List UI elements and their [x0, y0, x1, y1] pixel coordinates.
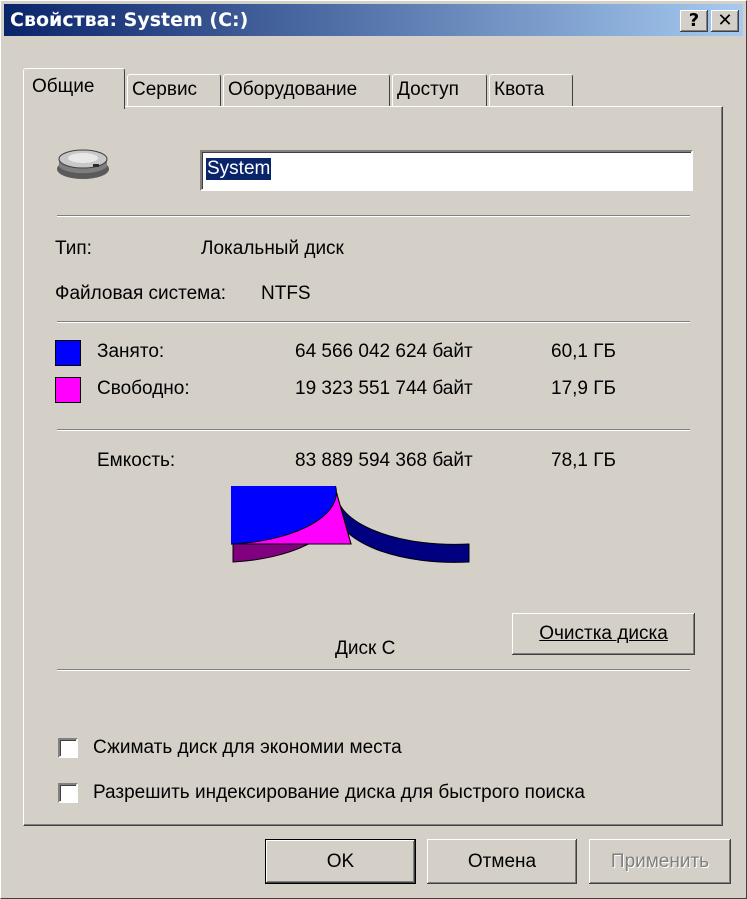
used-label: Занято: — [97, 341, 165, 362]
free-color-swatch — [55, 377, 81, 403]
capacity-bytes: 83 889 594 368 байт — [295, 450, 473, 471]
type-label: Тип: — [55, 238, 92, 259]
filesystem-label: Файловая система: — [55, 283, 227, 304]
tab-hardware[interactable]: Оборудование — [223, 74, 390, 106]
index-label[interactable]: Разрешить индексирование диска для быстр… — [93, 782, 585, 804]
volume-name-input[interactable]: System — [200, 150, 693, 191]
filesystem-value: NTFS — [261, 283, 311, 304]
disk-cleanup-button[interactable]: Очистка диска — [512, 613, 695, 655]
separator — [57, 321, 690, 323]
disk-label: Диск C — [335, 638, 396, 659]
tab-sharing[interactable]: Доступ — [392, 74, 487, 106]
disk-usage-pie-chart — [231, 486, 470, 563]
free-size: 17,9 ГБ — [551, 378, 617, 399]
compress-checkbox[interactable] — [58, 738, 78, 758]
properties-dialog: Свойства: System (C:) ? ✕ Общие Сервис О… — [0, 0, 747, 899]
close-button[interactable]: ✕ — [711, 10, 739, 32]
separator — [57, 429, 690, 431]
title-bar[interactable]: Свойства: System (C:) ? ✕ — [4, 4, 743, 36]
separator — [57, 215, 690, 217]
index-checkbox[interactable] — [58, 783, 78, 803]
type-value: Локальный диск — [201, 238, 344, 259]
tab-quota[interactable]: Квота — [489, 74, 573, 106]
tab-tools[interactable]: Сервис — [127, 74, 221, 106]
used-slice-side — [335, 492, 470, 563]
disk-cleanup-label: Очистка диска — [539, 623, 668, 644]
separator — [57, 669, 690, 671]
tab-general[interactable]: Общие — [23, 68, 125, 109]
ok-button[interactable]: OK — [265, 839, 416, 884]
hard-drive-icon — [57, 149, 109, 179]
capacity-size: 78,1 ГБ — [551, 450, 617, 471]
volume-name-text: System — [206, 158, 272, 180]
compress-label[interactable]: Сжимать диск для экономии места — [93, 737, 402, 759]
free-bytes: 19 323 551 744 байт — [295, 378, 473, 399]
used-size: 60,1 ГБ — [551, 341, 617, 362]
apply-button[interactable]: Применить — [589, 839, 731, 884]
help-button[interactable]: ? — [680, 10, 708, 32]
used-color-swatch — [55, 340, 81, 366]
capacity-label: Емкость: — [97, 450, 176, 471]
window-title: Свойства: System (C:) — [10, 9, 249, 31]
free-label: Свободно: — [97, 378, 190, 399]
used-bytes: 64 566 042 624 байт — [295, 341, 473, 362]
cancel-button[interactable]: Отмена — [427, 839, 577, 884]
